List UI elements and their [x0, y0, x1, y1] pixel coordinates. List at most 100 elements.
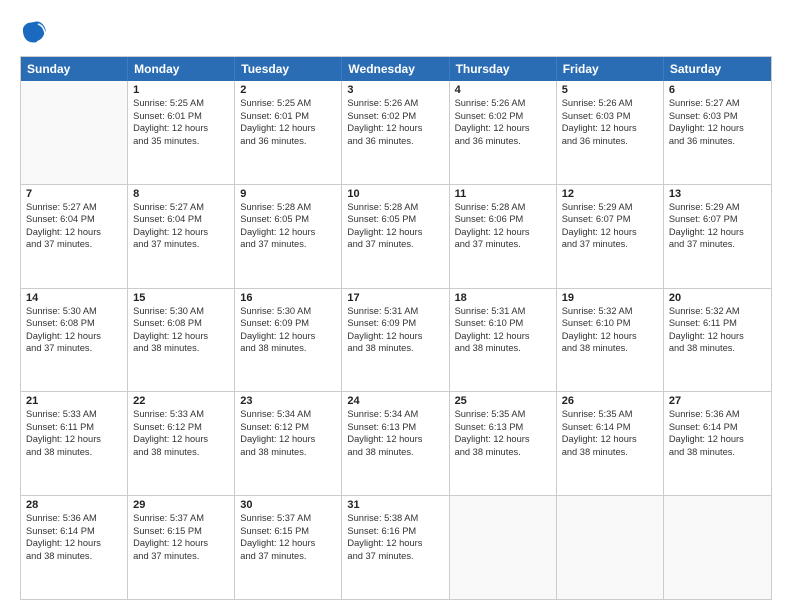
calendar-cell: 15Sunrise: 5:30 AMSunset: 6:08 PMDayligh…	[128, 289, 235, 392]
cell-info-line: and 38 minutes.	[26, 446, 122, 459]
day-number: 10	[347, 188, 443, 200]
cell-info-line: Daylight: 12 hours	[240, 537, 336, 550]
cell-info-line: and 38 minutes.	[133, 446, 229, 459]
cell-info-line: Daylight: 12 hours	[133, 537, 229, 550]
weekday-header: Friday	[557, 57, 664, 81]
calendar-cell: 4Sunrise: 5:26 AMSunset: 6:02 PMDaylight…	[450, 81, 557, 184]
cell-info-line: Sunset: 6:03 PM	[669, 110, 766, 123]
cell-info-line: Sunrise: 5:26 AM	[347, 97, 443, 110]
cell-info-line: Sunrise: 5:31 AM	[455, 305, 551, 318]
cell-info-line: Sunset: 6:01 PM	[133, 110, 229, 123]
cell-info-line: and 37 minutes.	[240, 550, 336, 563]
day-number: 25	[455, 395, 551, 407]
logo	[20, 18, 52, 46]
cell-info-line: and 37 minutes.	[455, 238, 551, 251]
cell-info-line: Sunset: 6:03 PM	[562, 110, 658, 123]
cell-info-line: Daylight: 12 hours	[133, 122, 229, 135]
cell-info-line: Daylight: 12 hours	[562, 122, 658, 135]
cell-info-line: and 37 minutes.	[669, 238, 766, 251]
cell-info-line: and 37 minutes.	[347, 550, 443, 563]
cell-info-line: Sunset: 6:07 PM	[669, 213, 766, 226]
cell-info-line: Daylight: 12 hours	[347, 537, 443, 550]
calendar-row: 1Sunrise: 5:25 AMSunset: 6:01 PMDaylight…	[21, 81, 771, 184]
cell-info-line: Daylight: 12 hours	[562, 433, 658, 446]
cell-info-line: Daylight: 12 hours	[240, 330, 336, 343]
cell-info-line: Daylight: 12 hours	[669, 122, 766, 135]
cell-info-line: Sunrise: 5:27 AM	[133, 201, 229, 214]
day-number: 6	[669, 84, 766, 96]
calendar-cell	[450, 496, 557, 599]
day-number: 26	[562, 395, 658, 407]
cell-info-line: Sunset: 6:12 PM	[133, 421, 229, 434]
calendar: SundayMondayTuesdayWednesdayThursdayFrid…	[20, 56, 772, 600]
cell-info-line: and 38 minutes.	[669, 342, 766, 355]
day-number: 21	[26, 395, 122, 407]
cell-info-line: Sunrise: 5:32 AM	[669, 305, 766, 318]
calendar-cell: 11Sunrise: 5:28 AMSunset: 6:06 PMDayligh…	[450, 185, 557, 288]
cell-info-line: Sunrise: 5:27 AM	[26, 201, 122, 214]
cell-info-line: Sunrise: 5:38 AM	[347, 512, 443, 525]
calendar-cell: 19Sunrise: 5:32 AMSunset: 6:10 PMDayligh…	[557, 289, 664, 392]
cell-info-line: and 38 minutes.	[455, 446, 551, 459]
calendar-cell: 18Sunrise: 5:31 AMSunset: 6:10 PMDayligh…	[450, 289, 557, 392]
cell-info-line: Sunset: 6:15 PM	[240, 525, 336, 538]
cell-info-line: and 37 minutes.	[133, 238, 229, 251]
cell-info-line: and 37 minutes.	[347, 238, 443, 251]
cell-info-line: Daylight: 12 hours	[455, 433, 551, 446]
calendar-row: 7Sunrise: 5:27 AMSunset: 6:04 PMDaylight…	[21, 184, 771, 288]
cell-info-line: Sunset: 6:05 PM	[240, 213, 336, 226]
cell-info-line: Sunrise: 5:36 AM	[26, 512, 122, 525]
calendar-cell: 8Sunrise: 5:27 AMSunset: 6:04 PMDaylight…	[128, 185, 235, 288]
cell-info-line: Sunrise: 5:37 AM	[240, 512, 336, 525]
calendar-cell: 12Sunrise: 5:29 AMSunset: 6:07 PMDayligh…	[557, 185, 664, 288]
calendar-cell: 7Sunrise: 5:27 AMSunset: 6:04 PMDaylight…	[21, 185, 128, 288]
calendar-cell: 9Sunrise: 5:28 AMSunset: 6:05 PMDaylight…	[235, 185, 342, 288]
cell-info-line: Sunset: 6:16 PM	[347, 525, 443, 538]
cell-info-line: Sunrise: 5:34 AM	[240, 408, 336, 421]
calendar-row: 14Sunrise: 5:30 AMSunset: 6:08 PMDayligh…	[21, 288, 771, 392]
day-number: 24	[347, 395, 443, 407]
calendar-cell	[557, 496, 664, 599]
day-number: 28	[26, 499, 122, 511]
cell-info-line: Sunrise: 5:33 AM	[26, 408, 122, 421]
cell-info-line: Sunrise: 5:30 AM	[26, 305, 122, 318]
calendar-cell: 25Sunrise: 5:35 AMSunset: 6:13 PMDayligh…	[450, 392, 557, 495]
cell-info-line: Sunset: 6:02 PM	[347, 110, 443, 123]
cell-info-line: Daylight: 12 hours	[347, 330, 443, 343]
cell-info-line: Sunset: 6:07 PM	[562, 213, 658, 226]
day-number: 5	[562, 84, 658, 96]
day-number: 31	[347, 499, 443, 511]
calendar-cell: 16Sunrise: 5:30 AMSunset: 6:09 PMDayligh…	[235, 289, 342, 392]
calendar-cell: 13Sunrise: 5:29 AMSunset: 6:07 PMDayligh…	[664, 185, 771, 288]
cell-info-line: Sunrise: 5:29 AM	[669, 201, 766, 214]
cell-info-line: and 38 minutes.	[347, 446, 443, 459]
day-number: 14	[26, 292, 122, 304]
cell-info-line: Sunrise: 5:33 AM	[133, 408, 229, 421]
cell-info-line: and 37 minutes.	[26, 238, 122, 251]
cell-info-line: and 35 minutes.	[133, 135, 229, 148]
day-number: 1	[133, 84, 229, 96]
calendar-cell: 26Sunrise: 5:35 AMSunset: 6:14 PMDayligh…	[557, 392, 664, 495]
cell-info-line: Sunset: 6:09 PM	[240, 317, 336, 330]
cell-info-line: and 37 minutes.	[133, 550, 229, 563]
cell-info-line: Daylight: 12 hours	[455, 330, 551, 343]
calendar-cell: 3Sunrise: 5:26 AMSunset: 6:02 PMDaylight…	[342, 81, 449, 184]
weekday-header: Saturday	[664, 57, 771, 81]
cell-info-line: Sunrise: 5:37 AM	[133, 512, 229, 525]
calendar-cell: 6Sunrise: 5:27 AMSunset: 6:03 PMDaylight…	[664, 81, 771, 184]
cell-info-line: Sunset: 6:08 PM	[133, 317, 229, 330]
calendar-cell: 24Sunrise: 5:34 AMSunset: 6:13 PMDayligh…	[342, 392, 449, 495]
cell-info-line: Daylight: 12 hours	[669, 433, 766, 446]
cell-info-line: Sunrise: 5:28 AM	[347, 201, 443, 214]
cell-info-line: Daylight: 12 hours	[455, 122, 551, 135]
day-number: 8	[133, 188, 229, 200]
cell-info-line: Daylight: 12 hours	[669, 226, 766, 239]
cell-info-line: Daylight: 12 hours	[455, 226, 551, 239]
cell-info-line: and 36 minutes.	[455, 135, 551, 148]
cell-info-line: Sunset: 6:11 PM	[26, 421, 122, 434]
cell-info-line: Sunrise: 5:35 AM	[562, 408, 658, 421]
cell-info-line: Sunset: 6:08 PM	[26, 317, 122, 330]
cell-info-line: Sunset: 6:04 PM	[133, 213, 229, 226]
calendar-cell: 27Sunrise: 5:36 AMSunset: 6:14 PMDayligh…	[664, 392, 771, 495]
calendar-cell: 2Sunrise: 5:25 AMSunset: 6:01 PMDaylight…	[235, 81, 342, 184]
